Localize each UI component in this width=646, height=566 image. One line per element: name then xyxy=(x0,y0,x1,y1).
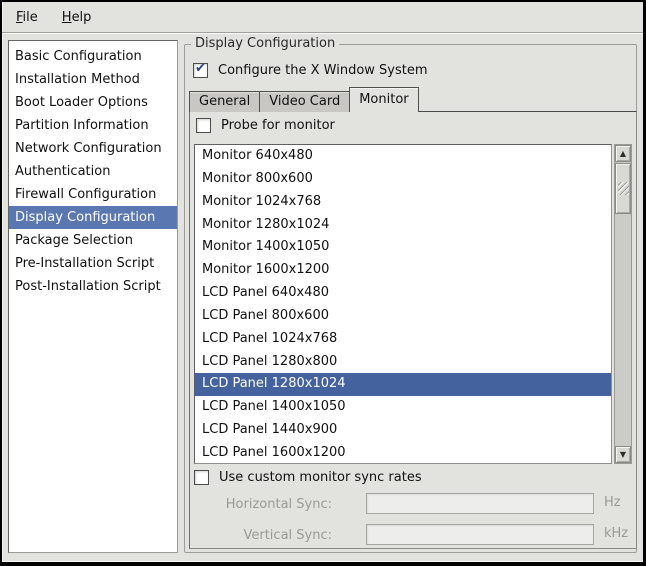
monitor-list-item[interactable]: Monitor 640x480 xyxy=(195,145,611,168)
checkbox-unchecked-icon xyxy=(196,118,211,133)
tab[interactable]: General xyxy=(189,91,260,112)
custom-sync-checkbox[interactable]: Use custom monitor sync rates xyxy=(194,470,422,485)
sidebar-item[interactable]: Authentication xyxy=(9,160,177,183)
scroll-up-button[interactable]: ▲ xyxy=(615,145,631,162)
scroll-down-icon: ▼ xyxy=(620,450,626,459)
monitor-list-item[interactable]: LCD Panel 1280x800 xyxy=(195,351,611,374)
sidebar-item[interactable]: Partition Information xyxy=(9,114,177,137)
checkbox-checked-icon: ✔ xyxy=(193,63,208,78)
horizontal-sync-input xyxy=(366,493,594,514)
monitor-list-item[interactable]: LCD Panel 1280x1024 xyxy=(195,373,611,396)
vertical-sync-row: Vertical Sync: kHz xyxy=(190,524,636,546)
monitor-list-item[interactable]: Monitor 800x600 xyxy=(195,168,611,191)
monitor-list-item[interactable]: LCD Panel 1440x900 xyxy=(195,419,611,442)
horizontal-sync-row: Horizontal Sync: Hz xyxy=(190,493,636,515)
scroll-down-button[interactable]: ▼ xyxy=(615,446,631,463)
menu-item[interactable]: File xyxy=(8,6,46,29)
monitor-list-item[interactable]: LCD Panel 640x480 xyxy=(195,282,611,305)
tab[interactable]: Monitor xyxy=(349,87,418,112)
configure-x-label: Configure the X Window System xyxy=(218,63,428,78)
sidebar-item[interactable]: Firewall Configuration xyxy=(9,183,177,206)
custom-sync-label: Use custom monitor sync rates xyxy=(219,470,422,485)
horizontal-sync-label: Horizontal Sync: xyxy=(190,497,332,512)
monitor-list-item[interactable]: Monitor 1600x1200 xyxy=(195,259,611,282)
menu-item[interactable]: Help xyxy=(54,6,100,29)
category-list[interactable]: Basic Configuration Installation Method … xyxy=(8,40,178,553)
monitor-list-scrollbar[interactable]: ▲ ▼ xyxy=(614,144,632,464)
sidebar-item[interactable]: Boot Loader Options xyxy=(9,91,177,114)
monitor-list-item[interactable]: LCD Panel 1024x768 xyxy=(195,328,611,351)
sidebar-item[interactable]: Installation Method xyxy=(9,68,177,91)
sidebar-item[interactable]: Display Configuration xyxy=(9,206,177,229)
checkmark-icon: ✔ xyxy=(195,61,206,76)
monitor-list-item[interactable]: Monitor 1280x1024 xyxy=(195,214,611,237)
sidebar-item[interactable]: Pre-Installation Script xyxy=(9,252,177,275)
probe-monitor-checkbox[interactable]: Probe for monitor xyxy=(196,118,335,133)
monitor-list-item[interactable]: LCD Panel 1400x1050 xyxy=(195,396,611,419)
scroll-up-icon: ▲ xyxy=(620,149,626,158)
sidebar-item[interactable]: Basic Configuration xyxy=(9,45,177,68)
probe-monitor-label: Probe for monitor xyxy=(221,118,335,133)
menu-bar: File Help xyxy=(2,2,643,33)
configure-x-checkbox[interactable]: ✔ Configure the X Window System xyxy=(193,63,428,78)
tab[interactable]: Video Card xyxy=(259,91,350,112)
monitor-list-item[interactable]: Monitor 1400x1050 xyxy=(195,236,611,259)
sidebar-item[interactable]: Package Selection xyxy=(9,229,177,252)
sidebar-item[interactable]: Network Configuration xyxy=(9,137,177,160)
vertical-sync-input xyxy=(366,524,594,545)
display-tabs: General Video Card Monitor xyxy=(189,87,418,112)
kickstart-configurator-window: File Help Basic Configuration Installati… xyxy=(0,0,646,566)
scrollbar-grip-icon xyxy=(618,182,629,195)
monitor-tab-page: Probe for monitor Monitor 640x480 Monito… xyxy=(189,111,637,549)
vertical-sync-label: Vertical Sync: xyxy=(190,528,332,543)
monitor-list[interactable]: Monitor 640x480 Monitor 800x600 Monitor … xyxy=(194,144,612,464)
horizontal-sync-unit: Hz xyxy=(604,495,621,510)
scrollbar-thumb[interactable] xyxy=(615,163,631,214)
checkbox-unchecked-icon xyxy=(194,470,209,485)
monitor-list-item[interactable]: Monitor 1024x768 xyxy=(195,191,611,214)
sidebar-item[interactable]: Post-Installation Script xyxy=(9,275,177,298)
frame-title: Display Configuration xyxy=(191,36,339,51)
monitor-list-item[interactable]: LCD Panel 1600x1200 xyxy=(195,442,611,464)
monitor-list-item[interactable]: LCD Panel 800x600 xyxy=(195,305,611,328)
vertical-sync-unit: kHz xyxy=(604,526,628,541)
display-configuration-frame: Display Configuration ✔ Configure the X … xyxy=(184,44,637,553)
